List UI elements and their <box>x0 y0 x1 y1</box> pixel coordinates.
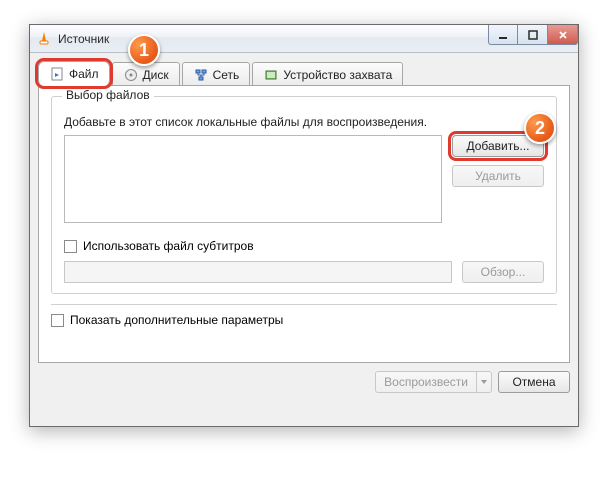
tab-label: Устройство захвата <box>283 68 392 82</box>
browse-button: Обзор... <box>462 261 544 283</box>
use-subtitles-label: Использовать файл субтитров <box>83 239 254 253</box>
tab-label: Файл <box>69 67 99 81</box>
client-area: Файл Диск Сеть Устройство захвата <box>38 61 570 418</box>
group-legend: Выбор файлов <box>62 88 154 102</box>
tab-file[interactable]: Файл <box>38 61 110 86</box>
file-select-group: Выбор файлов Добавьте в этот список лока… <box>51 96 557 294</box>
app-icon <box>36 31 52 47</box>
file-icon <box>49 66 65 82</box>
titlebar: Источник <box>30 25 578 53</box>
subtitle-path-field <box>64 261 452 283</box>
capture-icon <box>263 67 279 83</box>
maximize-button[interactable] <box>518 25 548 45</box>
tab-network[interactable]: Сеть <box>182 62 251 86</box>
tab-capture[interactable]: Устройство захвата <box>252 62 403 86</box>
show-more-options-checkbox[interactable] <box>51 314 64 327</box>
callout-1: 1 <box>128 34 160 66</box>
dialog-window: Источник Файл <box>29 24 579 427</box>
use-subtitles-checkbox[interactable] <box>64 240 77 253</box>
tab-label: Диск <box>143 68 169 82</box>
tab-strip: Файл Диск Сеть Устройство захвата <box>38 61 570 85</box>
play-dropdown-button[interactable] <box>476 371 492 393</box>
dialog-footer: Воспроизвести Отмена <box>38 371 570 393</box>
tab-panel-file: Выбор файлов Добавьте в этот список лока… <box>38 85 570 363</box>
separator <box>51 304 557 305</box>
hint-text: Добавьте в этот список локальные файлы д… <box>64 115 544 129</box>
close-button[interactable] <box>548 25 578 45</box>
file-list[interactable] <box>64 135 442 223</box>
callout-2: 2 <box>524 112 556 144</box>
play-button[interactable]: Воспроизвести <box>375 371 476 393</box>
play-split-button: Воспроизвести <box>375 371 492 393</box>
tab-label: Сеть <box>213 68 240 82</box>
minimize-button[interactable] <box>488 25 518 45</box>
window-title: Источник <box>58 32 488 46</box>
cancel-button[interactable]: Отмена <box>498 371 570 393</box>
window-buttons <box>488 25 578 52</box>
disc-icon <box>123 67 139 83</box>
remove-button: Удалить <box>452 165 544 187</box>
show-more-options-label: Показать дополнительные параметры <box>70 313 283 327</box>
network-icon <box>193 67 209 83</box>
